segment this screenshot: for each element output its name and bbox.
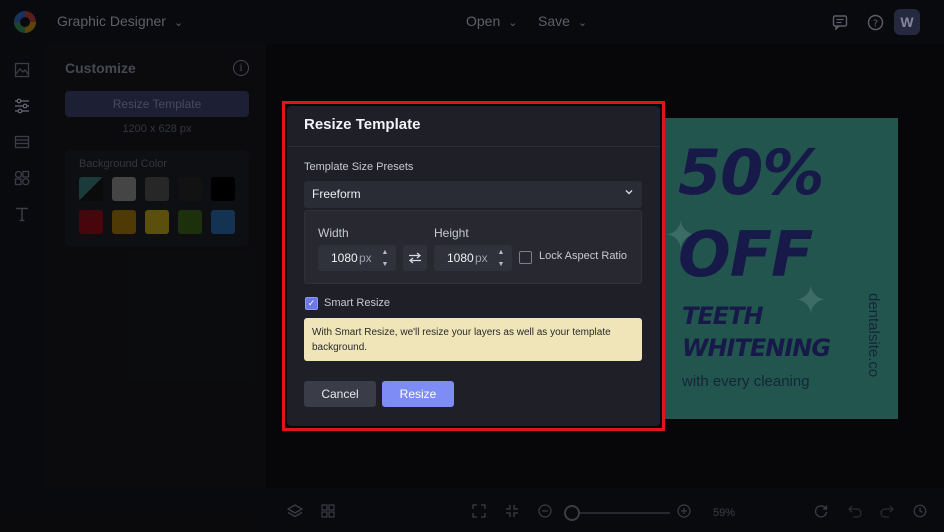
height-input[interactable]: 1080 px ▲ ▼ xyxy=(434,245,512,271)
preset-value: Freeform xyxy=(312,187,361,201)
width-value: 1080 xyxy=(331,251,358,265)
resize-button[interactable]: Resize xyxy=(382,381,454,407)
width-decrement-icon[interactable]: ▼ xyxy=(379,259,391,269)
width-stepper: ▲ ▼ xyxy=(379,247,391,269)
height-label: Height xyxy=(434,226,469,240)
dialog-divider xyxy=(287,146,660,147)
width-increment-icon[interactable]: ▲ xyxy=(379,247,391,257)
resize-template-dialog: Resize Template Template Size Presets Fr… xyxy=(287,106,660,426)
height-increment-icon[interactable]: ▲ xyxy=(495,247,507,257)
dialog-title: Resize Template xyxy=(304,116,421,133)
height-unit: px xyxy=(475,251,488,265)
width-unit: px xyxy=(359,251,372,265)
height-stepper: ▲ ▼ xyxy=(495,247,507,269)
swap-dimensions-button[interactable] xyxy=(403,245,427,271)
smart-resize-label[interactable]: Smart Resize xyxy=(324,297,390,309)
smart-resize-note: With Smart Resize, we'll resize your lay… xyxy=(304,318,642,361)
chevron-down-icon xyxy=(624,187,634,200)
lock-aspect-checkbox[interactable] xyxy=(519,251,532,264)
height-value: 1080 xyxy=(447,251,474,265)
cancel-button[interactable]: Cancel xyxy=(304,381,376,407)
width-input[interactable]: 1080 px ▲ ▼ xyxy=(318,245,396,271)
lock-aspect-label[interactable]: Lock Aspect Ratio xyxy=(539,250,627,262)
preset-label: Template Size Presets xyxy=(304,161,414,173)
width-label: Width xyxy=(318,226,349,240)
height-decrement-icon[interactable]: ▼ xyxy=(495,259,507,269)
smart-resize-checkbox[interactable]: ✓ xyxy=(305,297,318,310)
preset-select[interactable]: Freeform xyxy=(304,181,642,208)
dimensions-box: Width Height 1080 px ▲ ▼ 1080 px ▲ ▼ Loc… xyxy=(304,210,642,284)
